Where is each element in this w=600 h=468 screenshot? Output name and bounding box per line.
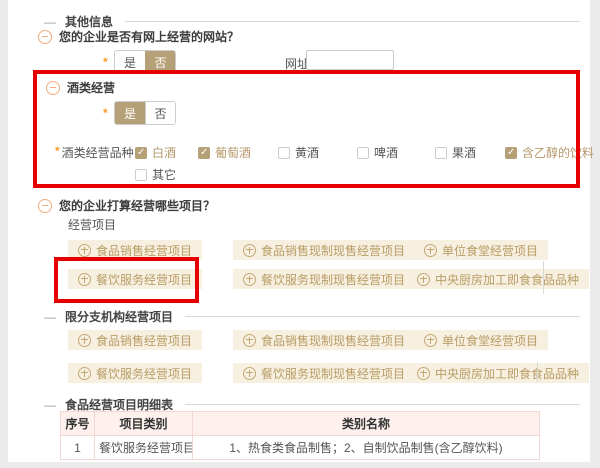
- checkbox-unchecked-icon[interactable]: [435, 147, 447, 159]
- collapse-circle-icon: [38, 30, 52, 44]
- project-button-canteen[interactable]: 单位食堂经营项目: [414, 240, 548, 260]
- divider-line: [125, 21, 580, 22]
- branch-button-catering-onsite[interactable]: 餐饮服务现制现售经营项目: [233, 363, 415, 383]
- circle-plus-icon: [243, 334, 256, 347]
- checkbox-baijiu[interactable]: 白酒: [135, 144, 176, 161]
- circle-plus-icon: [424, 244, 437, 257]
- circle-plus-icon: [243, 273, 256, 286]
- project-button-food-sale-onsite[interactable]: 食品销售现制现售经营项目: [233, 240, 415, 260]
- checkbox-other[interactable]: 其它: [135, 166, 176, 183]
- branch-button-canteen[interactable]: 单位食堂经营项目: [414, 330, 548, 350]
- question-website: 您的企业是否有网上经营的网站？: [38, 28, 239, 45]
- section-dash: —: [44, 310, 56, 324]
- circle-plus-icon: [243, 244, 256, 257]
- required-asterisk: *: [103, 106, 108, 120]
- question-projects: 您的企业打算经营哪些项目？: [38, 197, 215, 214]
- url-input[interactable]: [306, 50, 394, 70]
- branch-button-catering[interactable]: 餐饮服务经营项目: [68, 363, 202, 383]
- table-row: 1 餐饮服务经营项目 1、热食类食品制售；2、自制饮品制售(含乙醇饮料): [61, 436, 540, 460]
- project-button-food-sale[interactable]: 食品销售经营项目: [68, 240, 202, 260]
- table-header-row: 序号 项目类别 类别名称: [61, 412, 540, 436]
- alcohol-section-header: 酒类经营: [46, 79, 115, 96]
- circle-plus-icon: [417, 273, 430, 286]
- alcohol-yes-no-toggle: 是 否: [114, 101, 176, 125]
- divider-line: [185, 316, 580, 317]
- collapse-circle-icon: [38, 199, 52, 213]
- page-background: — 其他信息 您的企业是否有网上经营的网站？ * 是 否 网址 酒类经营 * 是…: [0, 0, 600, 468]
- collapse-circle-icon: [46, 81, 60, 95]
- divider-line: [185, 404, 580, 405]
- col-header-seq: 序号: [61, 412, 95, 436]
- project-button-catering-onsite[interactable]: 餐饮服务现制现售经营项目: [233, 269, 415, 289]
- alcohol-title: 酒类经营: [67, 79, 115, 96]
- yes-button[interactable]: 是: [115, 51, 145, 73]
- branch-button-central-kitchen[interactable]: 中央厨房加工即食食品品种: [407, 363, 589, 383]
- circle-plus-icon: [78, 367, 91, 380]
- cell-seq: 1: [61, 436, 95, 460]
- cell-category: 餐饮服务经营项目: [95, 436, 193, 460]
- circle-plus-icon: [78, 334, 91, 347]
- variety-label: 酒类经营品种: [62, 144, 134, 161]
- circle-plus-icon: [78, 244, 91, 257]
- circle-plus-icon: [424, 334, 437, 347]
- checkbox-fruit-wine[interactable]: 果酒: [435, 144, 476, 161]
- checkbox-checked-icon[interactable]: [505, 147, 517, 159]
- section-dash: —: [44, 398, 56, 412]
- required-asterisk: *: [55, 144, 60, 161]
- col-header-name: 类别名称: [193, 412, 540, 436]
- checkbox-huangjiu[interactable]: 黄酒: [278, 144, 319, 161]
- circle-plus-icon: [417, 367, 430, 380]
- question-text: 您的企业是否有网上经营的网站？: [59, 28, 239, 45]
- section-dash: —: [44, 15, 56, 29]
- checkbox-ethanol-drinks[interactable]: 含乙醇的饮料: [505, 144, 594, 161]
- branch-button-food-sale[interactable]: 食品销售经营项目: [68, 330, 202, 350]
- cell-name: 1、热食类食品制售；2、自制饮品制售(含乙醇饮料): [193, 436, 540, 460]
- scrollbar-line: [543, 261, 544, 294]
- variety-label-row: * 酒类经营品种: [55, 144, 134, 161]
- yes-button[interactable]: 是: [115, 102, 145, 124]
- no-button[interactable]: 否: [145, 51, 175, 73]
- circle-plus-icon: [243, 367, 256, 380]
- project-button-central-kitchen[interactable]: 中央厨房加工即食食品品种: [407, 269, 589, 289]
- checkbox-unchecked-icon[interactable]: [357, 147, 369, 159]
- checkbox-wine[interactable]: 葡萄酒: [198, 144, 251, 161]
- col-header-category: 项目类别: [95, 412, 193, 436]
- checkbox-unchecked-icon[interactable]: [135, 169, 147, 181]
- website-yes-no-toggle: 是 否: [114, 50, 176, 74]
- checkbox-checked-icon[interactable]: [198, 147, 210, 159]
- circle-plus-icon: [78, 273, 91, 286]
- projects-group-label: 经营项目: [68, 216, 116, 233]
- checkbox-checked-icon[interactable]: [135, 147, 147, 159]
- scrollbar-line: [537, 362, 538, 383]
- detail-table: 序号 项目类别 类别名称 1 餐饮服务经营项目 1、热食类食品制售；2、自制饮品…: [60, 411, 540, 460]
- no-button[interactable]: 否: [145, 102, 175, 124]
- checkbox-unchecked-icon[interactable]: [278, 147, 290, 159]
- branch-button-food-sale-onsite[interactable]: 食品销售现制现售经营项目: [233, 330, 415, 350]
- checkbox-beer[interactable]: 啤酒: [357, 144, 398, 161]
- question-text: 您的企业打算经营哪些项目？: [59, 197, 215, 214]
- section-title: 限分支机构经营项目: [65, 308, 173, 325]
- required-asterisk: *: [103, 55, 108, 69]
- section-header-branch: — 限分支机构经营项目: [44, 308, 580, 325]
- project-button-catering[interactable]: 餐饮服务经营项目: [68, 269, 202, 289]
